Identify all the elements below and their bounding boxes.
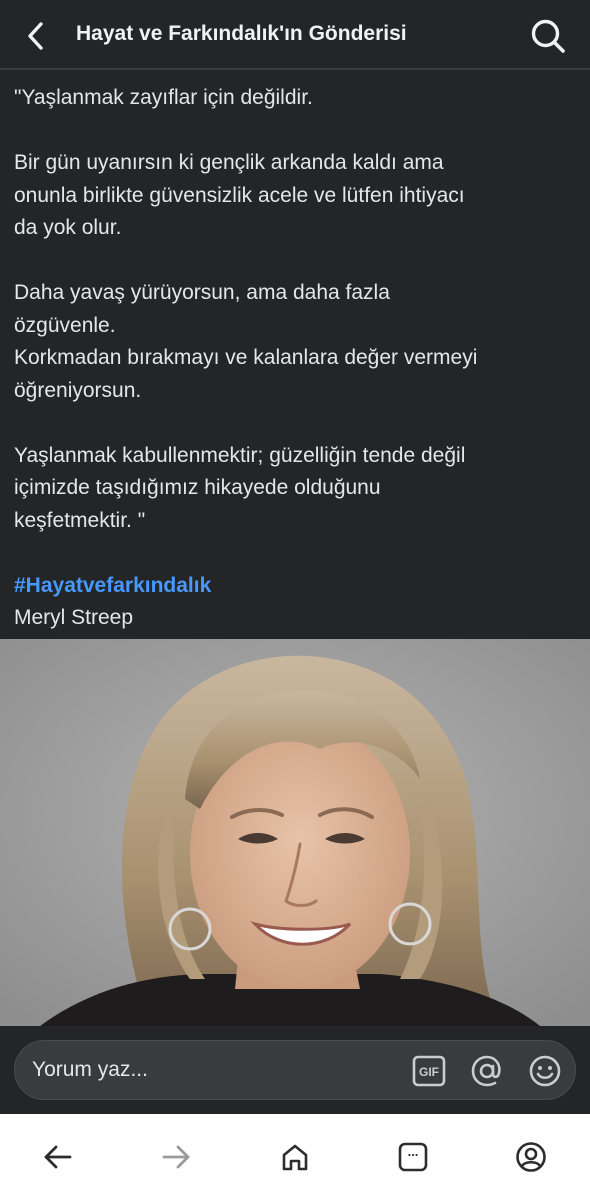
post-line: Korkmadan bırakmayı ve kalanlara değer v… [14,346,478,369]
post-line: "Yaşlanmak zayıflar için değildir. [14,86,313,109]
portrait-image [0,639,590,1026]
forward-arrow-icon [162,1145,190,1169]
gif-icon: GIF [412,1055,446,1087]
comment-input[interactable]: Yorum yaz... GIF [14,1040,576,1100]
post-line: Daha yavaş yürüyorsun, ama daha fazla [14,281,390,304]
emoji-button[interactable] [527,1053,563,1089]
post-author: Meryl Streep [14,606,134,629]
post-paragraph: Yaşlanmak kabullenmektir; güzelliğin ten… [14,440,576,538]
gif-button[interactable]: GIF [411,1053,447,1089]
search-icon [531,19,565,53]
post-line: keşfetmektir. " [14,508,146,532]
mention-button[interactable] [469,1053,505,1089]
post-line: öğreniyorsun. [14,378,142,402]
post-line: Bir gün uyanırsın ki gençlik arkanda kal… [14,151,444,174]
browser-tabs-button[interactable]: ... [390,1134,436,1180]
browser-back-button[interactable] [35,1134,81,1180]
smiley-icon [529,1055,561,1087]
browser-navbar: ... [0,1114,590,1200]
browser-forward-button[interactable] [153,1134,199,1180]
home-icon [282,1144,308,1171]
post-line: da yok olur. [14,216,122,239]
post-paragraph: "Yaşlanmak zayıflar için değildir. [14,82,576,115]
page-title: Hayat ve Farkındalık'ın Gönderisi [76,22,407,45]
svg-text:GIF: GIF [419,1065,439,1079]
comment-bar: Yorum yaz... GIF [0,1026,590,1114]
comment-placeholder: Yorum yaz... [32,1058,148,1081]
hashtag-link[interactable]: #Hayatvefarkındalık [14,570,576,603]
back-button[interactable] [14,14,58,58]
top-app-bar: Hayat ve Farkındalık'ın Gönderisi [0,0,590,70]
at-sign-icon [471,1055,501,1087]
post-paragraph: Daha yavaş yürüyorsun, ama daha fazla öz… [14,277,576,407]
profile-icon [516,1142,546,1172]
back-arrow-icon [44,1145,72,1169]
post-paragraph: Bir gün uyanırsın ki gençlik arkanda kal… [14,147,576,245]
browser-profile-button[interactable] [508,1134,554,1180]
search-button[interactable] [524,12,572,60]
post-line: onunla birlikte güvensizlik acele ve lüt… [14,183,465,207]
post-photo[interactable] [0,639,590,1026]
post-line: içimizde taşıdığımız hikayede olduğunu [14,476,381,499]
post-line: özgüvenle. [14,313,116,337]
post-line: Yaşlanmak kabullenmektir; güzelliğin ten… [14,443,466,467]
post-body: "Yaşlanmak zayıflar için değildir. Bir g… [14,82,576,635]
tabs-label: ... [407,1144,419,1159]
browser-home-button[interactable] [272,1134,318,1180]
chevron-left-icon [28,22,43,50]
